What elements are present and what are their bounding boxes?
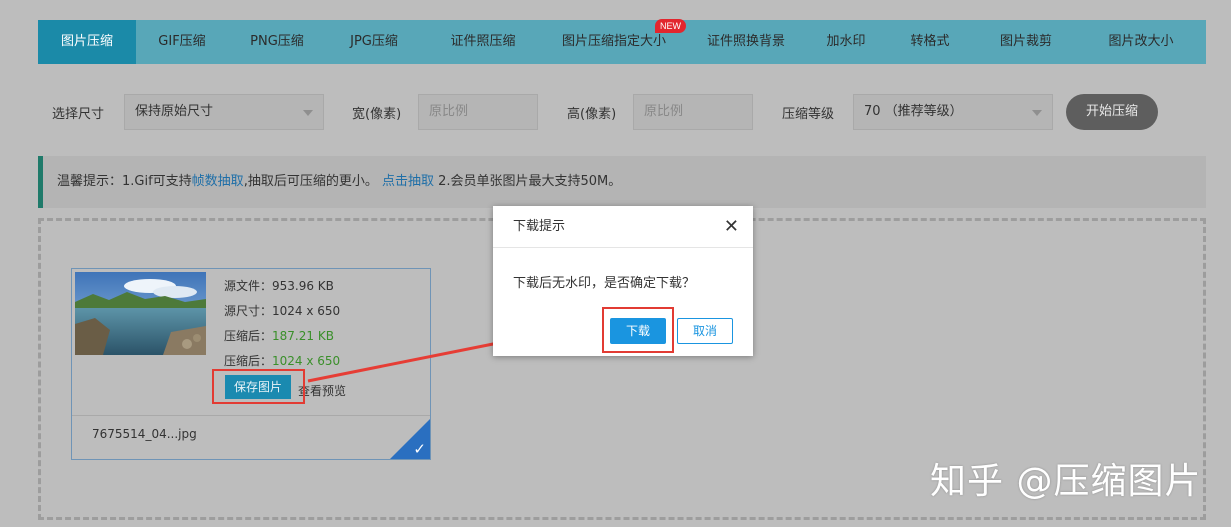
start-compress-button[interactable]: 开始压缩 <box>1066 94 1158 130</box>
height-placeholder: 原比例 <box>644 104 684 119</box>
size-select[interactable]: 保持原始尺寸 <box>124 94 324 130</box>
chevron-down-icon <box>1032 110 1042 116</box>
tab-resize-image[interactable]: 图片改大小 <box>1076 20 1206 64</box>
checkmark-icon: ✓ <box>413 440 426 458</box>
compressed-file-size: 压缩后：187.21 KB <box>224 327 334 344</box>
level-label: 压缩等级 <box>782 107 835 122</box>
view-preview-link[interactable]: 查看预览 <box>298 382 346 399</box>
frame-extract-link[interactable]: 帧数抽取 <box>192 174 244 189</box>
dialog-header: 下载提示 ✕ <box>493 206 753 248</box>
height-input[interactable]: 原比例 <box>633 94 753 130</box>
tab-label: 图片压缩 <box>60 34 113 49</box>
tab-label: JPG压缩 <box>350 34 398 49</box>
dialog-message: 下载后无水印，是否确定下载？ <box>513 276 696 291</box>
tab-label: 证件照压缩 <box>450 34 516 49</box>
tab-label: PNG压缩 <box>250 34 304 49</box>
image-thumbnail[interactable] <box>75 272 206 355</box>
tip-middle: ,抽取后可压缩的更小。 <box>243 174 382 189</box>
tab-label: 图片改大小 <box>1108 34 1174 49</box>
chevron-down-icon <box>303 110 313 116</box>
height-label: 高(像素) <box>567 107 617 122</box>
tab-id-photo-background[interactable]: 证件照换背景 <box>684 20 808 64</box>
size-select-value: 保持原始尺寸 <box>135 104 214 119</box>
compressed-size-label: 压缩后： <box>224 354 273 368</box>
source-file-size: 源文件：953.96 KB <box>224 279 334 293</box>
size-label: 选择尺寸 <box>52 107 105 122</box>
close-icon[interactable]: ✕ <box>724 206 739 247</box>
new-badge: NEW <box>655 19 686 33</box>
save-button-highlight <box>212 369 305 404</box>
tab-gif-compress[interactable]: GIF压缩 <box>136 20 228 64</box>
file-card: 源文件：953.96 KB 源尺寸：1024 x 650 压缩后：187.21 … <box>71 268 431 460</box>
width-label: 宽(像素) <box>352 107 402 122</box>
tab-png-compress[interactable]: PNG压缩 <box>228 20 326 64</box>
cancel-button[interactable]: 取消 <box>677 318 733 344</box>
tab-label: 证件照换背景 <box>706 34 785 49</box>
file-name: 7675514_04...jpg <box>92 427 197 441</box>
tab-label: GIF压缩 <box>158 34 206 49</box>
dialog-title: 下载提示 <box>513 219 566 234</box>
tab-compress-to-size[interactable]: 图片压缩指定大小 NEW <box>544 19 686 64</box>
tab-label: 图片裁剪 <box>999 34 1052 49</box>
tip-bar: 温馨提示：1.Gif可支持帧数抽取,抽取后可压缩的更小。 点击抽取 2.会员单张… <box>38 156 1206 208</box>
tab-id-photo-compress[interactable]: 证件照压缩 <box>422 20 544 64</box>
tip-prefix: 温馨提示：1.Gif可支持 <box>57 174 192 189</box>
tab-image-compress[interactable]: 图片压缩 <box>38 20 136 64</box>
tab-add-watermark[interactable]: 加水印 <box>808 20 884 64</box>
tab-label: 图片压缩指定大小 <box>561 34 666 49</box>
tab-label: 转格式 <box>910 34 950 49</box>
landscape-thumbnail-graphic <box>75 272 206 355</box>
tab-label: 加水印 <box>826 34 866 49</box>
source-dimensions: 源尺寸：1024 x 650 <box>224 304 341 318</box>
tool-tab-bar: 图片压缩 GIF压缩 PNG压缩 JPG压缩 证件照压缩 图片压缩指定大小 NE… <box>38 19 1206 64</box>
tip-suffix: 2.会员单张图片最大支持50M。 <box>433 174 622 189</box>
tab-jpg-compress[interactable]: JPG压缩 <box>326 20 422 64</box>
width-placeholder: 原比例 <box>429 104 469 119</box>
tab-convert-format[interactable]: 转格式 <box>884 20 976 64</box>
click-extract-link[interactable]: 点击抽取 <box>382 174 434 189</box>
level-select[interactable]: 70 （推荐等级） <box>853 94 1053 130</box>
width-input[interactable]: 原比例 <box>418 94 538 130</box>
compressed-dimensions: 压缩后：1024 x 650 <box>224 352 340 369</box>
download-button-highlight <box>602 307 674 353</box>
tab-crop-image[interactable]: 图片裁剪 <box>976 20 1076 64</box>
level-select-value: 70 （推荐等级） <box>864 104 963 119</box>
compressed-file-label: 压缩后： <box>224 329 273 343</box>
zhihu-watermark: 知乎 @压缩图片 <box>930 461 1202 502</box>
compressed-file-value: 187.21 KB <box>272 329 334 343</box>
compressed-size-value: 1024 x 650 <box>272 354 341 368</box>
card-divider <box>72 415 430 416</box>
